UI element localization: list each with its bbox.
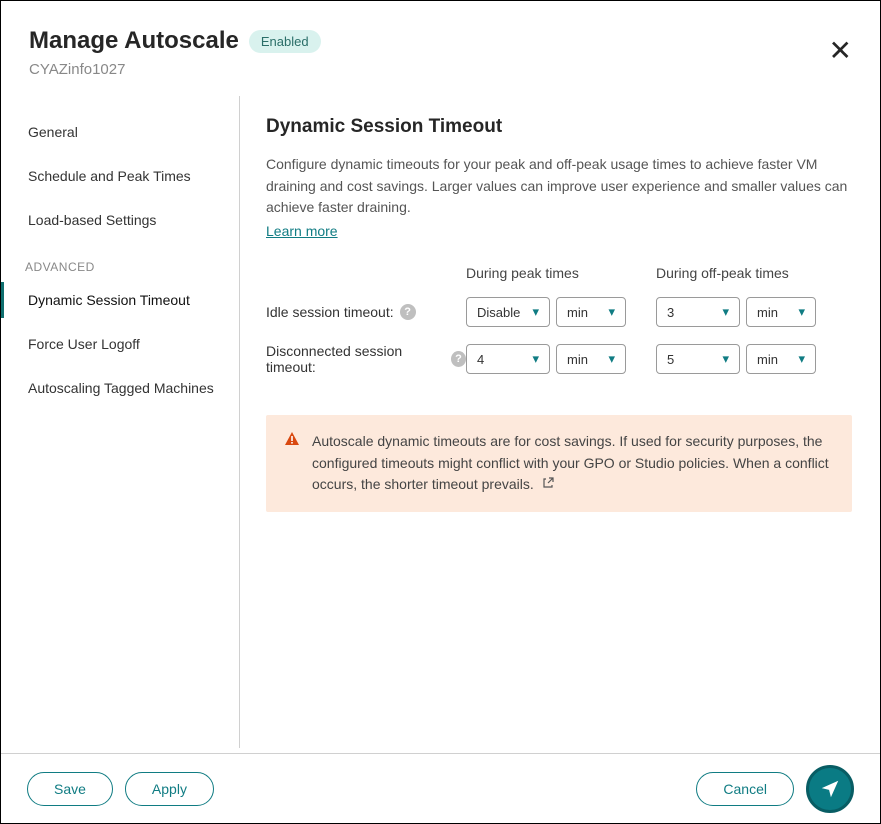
section-heading: Dynamic Session Timeout — [266, 116, 852, 138]
chevron-down-icon: ▾ — [532, 351, 539, 367]
send-icon — [819, 778, 841, 800]
column-header-peak: During peak times — [466, 265, 656, 281]
row-label-disconnected: Disconnected session timeout: ? — [266, 343, 466, 375]
disc-offpeak-unit-select[interactable]: min ▾ — [746, 344, 816, 374]
sidebar-item-force-user-logoff[interactable]: Force User Logoff — [1, 326, 239, 362]
apply-button[interactable]: Apply — [125, 772, 214, 806]
chevron-down-icon: ▾ — [608, 351, 615, 367]
close-icon: ✕ — [829, 35, 852, 66]
chevron-down-icon: ▾ — [722, 304, 729, 320]
warning-alert: Autoscale dynamic timeouts are for cost … — [266, 415, 852, 512]
close-button[interactable]: ✕ — [825, 33, 856, 69]
chevron-down-icon: ▾ — [798, 351, 805, 367]
sidebar-section-advanced: ADVANCED — [1, 246, 239, 282]
sidebar-item-schedule[interactable]: Schedule and Peak Times — [1, 158, 239, 194]
chevron-down-icon: ▾ — [798, 304, 805, 320]
sidebar-item-dynamic-session-timeout[interactable]: Dynamic Session Timeout — [1, 282, 239, 318]
idle-peak-value-select[interactable]: Disable ▾ — [466, 297, 550, 327]
learn-more-link[interactable]: Learn more — [266, 223, 338, 239]
external-link-icon[interactable] — [542, 474, 554, 496]
dialog-header: Manage Autoscale Enabled CYAZinfo1027 ✕ — [1, 1, 880, 96]
cancel-button[interactable]: Cancel — [696, 772, 794, 806]
dialog-footer: Save Apply Cancel — [1, 753, 880, 823]
sidebar-item-autoscaling-tagged[interactable]: Autoscaling Tagged Machines — [1, 370, 239, 406]
chevron-down-icon: ▾ — [722, 351, 729, 367]
alert-text: Autoscale dynamic timeouts are for cost … — [312, 433, 829, 492]
save-button[interactable]: Save — [27, 772, 113, 806]
main-panel: Dynamic Session Timeout Configure dynami… — [240, 96, 880, 748]
disc-peak-value-select[interactable]: 4 ▾ — [466, 344, 550, 374]
warning-icon — [284, 431, 300, 496]
timeout-grid: During peak times During off-peak times … — [266, 265, 852, 375]
help-icon[interactable]: ? — [451, 351, 466, 367]
help-fab[interactable] — [806, 765, 854, 813]
chevron-down-icon: ▾ — [532, 304, 539, 320]
chevron-down-icon: ▾ — [608, 304, 615, 320]
row-label-idle: Idle session timeout: ? — [266, 304, 466, 320]
disc-offpeak-value-select[interactable]: 5 ▾ — [656, 344, 740, 374]
sidebar: General Schedule and Peak Times Load-bas… — [1, 96, 240, 748]
page-title: Manage Autoscale — [29, 27, 239, 55]
column-header-offpeak: During off-peak times — [656, 265, 846, 281]
sidebar-item-load-based[interactable]: Load-based Settings — [1, 202, 239, 238]
section-description: Configure dynamic timeouts for your peak… — [266, 154, 852, 219]
idle-peak-unit-select[interactable]: min ▾ — [556, 297, 626, 327]
disc-peak-unit-select[interactable]: min ▾ — [556, 344, 626, 374]
idle-offpeak-value-select[interactable]: 3 ▾ — [656, 297, 740, 327]
status-badge: Enabled — [249, 30, 321, 53]
help-icon[interactable]: ? — [400, 304, 416, 320]
idle-offpeak-unit-select[interactable]: min ▾ — [746, 297, 816, 327]
delivery-group-name: CYAZinfo1027 — [29, 61, 852, 78]
sidebar-item-general[interactable]: General — [1, 114, 239, 150]
